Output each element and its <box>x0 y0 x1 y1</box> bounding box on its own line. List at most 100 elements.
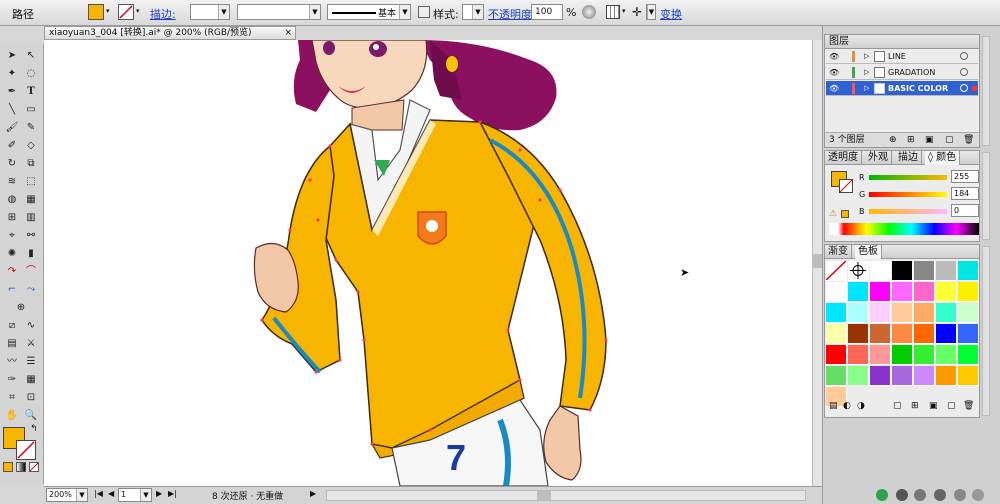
page-input[interactable]: 1 ▼ <box>118 488 152 502</box>
channel-g-input[interactable]: 184 <box>951 187 979 200</box>
artboard-tool-icon[interactable]: ⊕ <box>12 300 30 316</box>
expand-arrow-icon[interactable]: ▷ <box>864 81 869 96</box>
curvature-tool-icon[interactable]: ⌒ <box>22 264 40 280</box>
swatch-cell[interactable] <box>936 324 957 344</box>
swatch-cell[interactable] <box>936 345 957 365</box>
line-tool-icon[interactable]: ╲ <box>3 102 21 118</box>
opacity-input[interactable]: 100 <box>531 4 563 20</box>
first-page-icon[interactable]: |◀ <box>94 489 103 498</box>
expand-arrow-icon[interactable]: ▷ <box>864 49 869 64</box>
artboard-canvas[interactable]: 7 ➤ <box>44 40 812 486</box>
perspective-grid-tool-icon[interactable]: ▦ <box>22 192 40 208</box>
shape-builder-tool-icon[interactable]: ◍ <box>3 192 21 208</box>
prev-page-icon[interactable]: ◀ <box>108 489 114 498</box>
selection-tool-icon[interactable]: ✛ <box>632 5 642 19</box>
swatch-cell[interactable] <box>958 282 979 302</box>
color-spectrum[interactable] <box>829 223 979 235</box>
tab-appearance[interactable]: 外观 <box>865 151 892 165</box>
tray-icon[interactable] <box>876 489 888 501</box>
new-sublayer-icon[interactable]: ⊞ <box>907 133 915 148</box>
fill-color-swatch[interactable] <box>88 4 104 20</box>
make-clip-mask-icon[interactable]: ⊕ <box>889 133 897 148</box>
eraser-tool-icon[interactable]: ◇ <box>22 138 40 154</box>
chevron-down-icon[interactable]: ▾ <box>622 7 626 15</box>
delete-swatch-icon[interactable]: 🗑 <box>963 401 974 411</box>
tray-icon[interactable] <box>934 489 946 501</box>
crop-tool-icon[interactable]: ⌗ <box>3 390 21 406</box>
new-swatch-icon[interactable]: ⊞ <box>911 401 919 411</box>
swatch-cell[interactable] <box>826 303 847 323</box>
show-kinds-icon[interactable]: ◐ <box>843 401 851 411</box>
tray-icon[interactable] <box>954 489 966 501</box>
direct-selection-tool-icon[interactable]: ↖ <box>22 48 40 64</box>
tab-transparency[interactable]: 透明度 <box>825 151 862 165</box>
swatch-cell[interactable] <box>848 324 869 344</box>
add-swatch-icon[interactable]: ▢ <box>947 401 956 411</box>
swatch-cell[interactable] <box>914 282 935 302</box>
magic-wand-tool-icon[interactable]: ✦ <box>3 66 21 82</box>
swap-fill-stroke-icon[interactable]: ↰ <box>30 424 38 434</box>
width-tool-icon[interactable]: ↷ <box>3 264 21 280</box>
swatch-cell[interactable] <box>870 345 891 365</box>
swatch-cell[interactable] <box>936 366 957 386</box>
pencil-tool-icon[interactable]: ✎ <box>22 120 40 136</box>
eye-icon[interactable]: 👁 <box>829 65 839 80</box>
last-page-icon[interactable]: ▶| <box>168 489 177 498</box>
opacity-label-link[interactable]: 不透明度: <box>488 6 536 22</box>
swatch-cell[interactable] <box>914 366 935 386</box>
new-layer-icon[interactable]: ▣ <box>925 133 934 148</box>
swatch-cell[interactable] <box>848 345 869 365</box>
list-tool-icon[interactable]: ☰ <box>22 354 40 370</box>
swatch-cell[interactable] <box>892 261 913 281</box>
tab-stroke[interactable]: 描边 <box>895 151 922 165</box>
scissors-tool-icon[interactable]: ∿ <box>22 318 40 334</box>
channel-r-slider[interactable] <box>869 175 947 180</box>
hand-tool-icon[interactable]: ✋ <box>3 408 21 424</box>
variable-width-dropdown[interactable]: ▼ <box>237 4 321 20</box>
measure-tool-icon[interactable]: ▦ <box>22 372 40 388</box>
swatch-cell[interactable] <box>826 345 847 365</box>
chart-tool-icon[interactable]: ▤ <box>3 336 21 352</box>
graphic-style-dropdown[interactable]: ▼ <box>462 4 484 20</box>
target-icon[interactable] <box>960 84 968 92</box>
swatch-cell[interactable] <box>870 282 891 302</box>
layer-row[interactable]: 👁 ▷ LINE <box>826 49 978 64</box>
eye-icon[interactable]: 👁 <box>829 49 839 64</box>
swatch-cell[interactable] <box>870 324 891 344</box>
swatch-cell[interactable] <box>958 303 979 323</box>
blob-brush-tool-icon[interactable]: ✐ <box>3 138 21 154</box>
swatch-cell[interactable] <box>936 303 957 323</box>
channel-b-slider[interactable] <box>869 209 947 214</box>
zoom-tool-icon[interactable]: 🔍 <box>22 408 40 424</box>
knife-tool-icon[interactable]: ⚔ <box>22 336 40 352</box>
symbol-sprayer-tool-icon[interactable]: ✺ <box>3 246 21 262</box>
warning-icon[interactable]: ⚠ <box>829 209 837 219</box>
transform-link[interactable]: 变换 <box>660 6 682 22</box>
channel-g-slider[interactable] <box>869 192 947 197</box>
swatch-cell[interactable] <box>848 366 869 386</box>
swatch-library-icon[interactable]: ▤ <box>829 401 838 411</box>
gamut-swatch[interactable] <box>841 210 849 218</box>
swatch-cell[interactable] <box>870 261 891 281</box>
swatch-cell[interactable] <box>892 303 913 323</box>
layer-row[interactable]: 👁 ▷ GRADATION <box>826 65 978 80</box>
none-mode-icon[interactable] <box>29 462 39 472</box>
close-icon[interactable]: × <box>284 27 292 39</box>
swatch-cell[interactable] <box>892 345 913 365</box>
gradient-tool-icon[interactable]: ▥ <box>22 210 40 226</box>
horizontal-scrollbar[interactable] <box>326 490 806 501</box>
eye-icon[interactable]: 👁 <box>829 81 839 96</box>
swatch-none[interactable] <box>825 260 847 281</box>
pen-tool-icon[interactable]: ✒ <box>3 84 21 100</box>
eyedropper-icon[interactable]: ✑ <box>3 372 21 388</box>
paintbrush-tool-icon[interactable]: 🖌 <box>3 120 21 136</box>
stroke-color-swatch[interactable] <box>118 4 134 20</box>
style-swatch-icon[interactable] <box>418 6 430 18</box>
layers-scrollbar[interactable] <box>982 36 990 146</box>
swatch-registration[interactable] <box>848 261 869 281</box>
brush-definition-dropdown[interactable]: 基本 ▼ <box>327 4 411 20</box>
warp-tool-icon[interactable]: ≋ <box>3 174 21 190</box>
stroke-swatch[interactable] <box>16 440 36 460</box>
swatch-options-icon[interactable]: ◑ <box>857 401 865 411</box>
tab-gradient[interactable]: 渐变 <box>825 245 852 259</box>
